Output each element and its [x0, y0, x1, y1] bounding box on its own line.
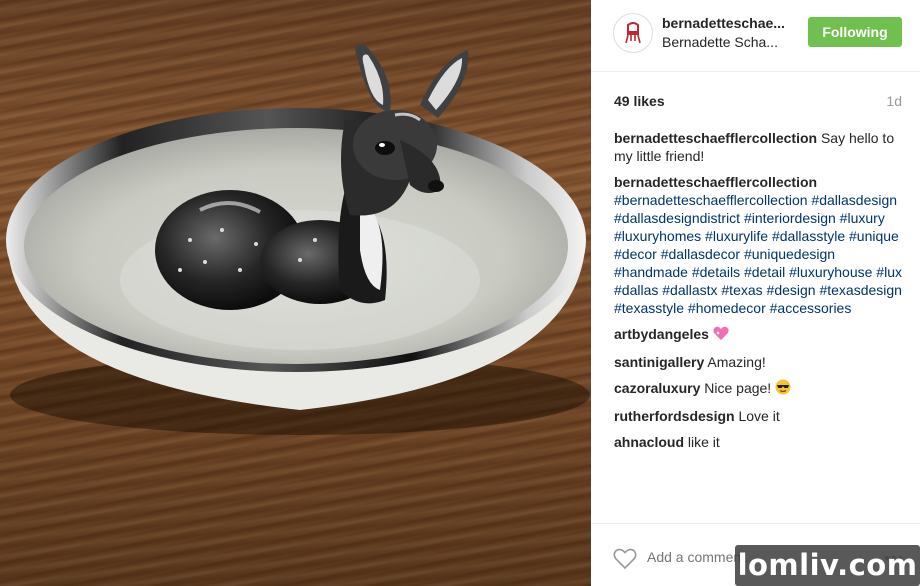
avatar[interactable] — [613, 13, 653, 53]
pink-heart-icon — [713, 326, 729, 345]
list-item: ahnacloud like it — [614, 433, 904, 451]
deer-bowl-photo — [6, 44, 590, 435]
post-photo[interactable] — [0, 0, 591, 586]
hashtag-list[interactable]: #bernadetteschaefflercollection #dallasd… — [614, 192, 902, 316]
caption: bernadetteschaefflercollection Say hello… — [614, 129, 904, 165]
post-age[interactable]: 1d — [886, 93, 902, 109]
comment-list: bernadetteschaefflercollection Say hello… — [614, 129, 904, 459]
list-item: rutherfordsdesign Love it — [614, 407, 904, 425]
following-button[interactable]: Following — [808, 17, 902, 47]
comment-text: Amazing! — [707, 354, 766, 370]
chair-logo-icon — [625, 22, 641, 44]
comment-username[interactable]: rutherfordsdesign — [614, 408, 735, 424]
comment-text: like it — [687, 434, 720, 450]
comment-username[interactable]: artbydangeles — [614, 326, 709, 342]
post-header: bernadetteschae... Bernadette Scha... Fo… — [591, 0, 920, 72]
display-name: Bernadette Scha... — [662, 34, 778, 50]
hashtag-comment: bernadetteschaefflercollection #bernadet… — [614, 173, 904, 317]
username[interactable]: bernadetteschae... — [662, 15, 792, 31]
likes-count[interactable]: 49 likes — [614, 93, 665, 109]
post-sidebar: bernadetteschae... Bernadette Scha... Fo… — [591, 0, 920, 586]
comment-username[interactable]: bernadetteschaefflercollection — [614, 130, 817, 146]
list-item: santinigallery Amazing! — [614, 353, 904, 371]
comment-username[interactable]: bernadetteschaefflercollection — [614, 174, 817, 190]
sunglasses-face-icon — [775, 379, 791, 399]
comment-text: Love it — [738, 408, 780, 424]
like-heart-icon[interactable] — [613, 548, 637, 575]
comment-username[interactable]: cazoraluxury — [614, 380, 700, 396]
post-stats: 49 likes 1d — [591, 72, 920, 118]
comment-username[interactable]: ahnacloud — [614, 434, 684, 450]
watermark: lomliv.com — [735, 545, 920, 586]
list-item: cazoraluxury Nice page! — [614, 379, 904, 399]
comment-username[interactable]: santinigallery — [614, 354, 704, 370]
list-item: artbydangeles — [614, 325, 904, 345]
comment-text: Nice page! — [704, 380, 772, 396]
